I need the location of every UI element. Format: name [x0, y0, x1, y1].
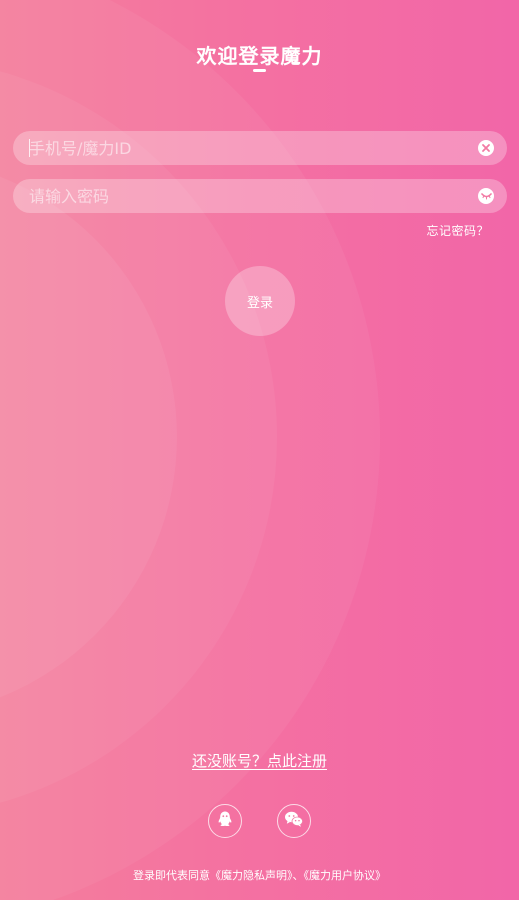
login-button[interactable]: 登录: [225, 266, 295, 336]
login-button-label: 登录: [246, 295, 273, 311]
clear-icon[interactable]: [478, 140, 494, 156]
forgot-password-link[interactable]: 忘记密码？: [426, 222, 489, 239]
register-link[interactable]: 还没账号？点此注册: [0, 750, 519, 771]
qq-login-button[interactable]: [208, 804, 242, 838]
phone-input[interactable]: [29, 131, 469, 165]
login-page: 欢迎登录魔力 忘记密码？ 登录 还没账号？点此注册: [0, 0, 519, 900]
terms-text: 登录即代表同意《魔力隐私声明》、《魔力用户协议》: [0, 867, 519, 883]
title-underline: [253, 69, 266, 72]
phone-field[interactable]: [13, 131, 507, 165]
text-cursor: [29, 139, 30, 157]
privacy-policy-link[interactable]: 《魔力隐私声明》: [210, 869, 293, 882]
user-agreement-link[interactable]: 《魔力用户协议》: [304, 869, 387, 882]
eye-icon[interactable]: [478, 188, 494, 204]
wechat-login-button[interactable]: [277, 804, 311, 838]
qq-icon: [216, 810, 234, 832]
page-title: 欢迎登录魔力: [196, 44, 323, 68]
terms-prefix: 登录即代表同意: [133, 869, 210, 882]
wechat-icon: [284, 810, 304, 832]
terms-separator: 、: [292, 869, 304, 882]
password-field[interactable]: [13, 179, 507, 213]
password-input[interactable]: [29, 179, 469, 213]
